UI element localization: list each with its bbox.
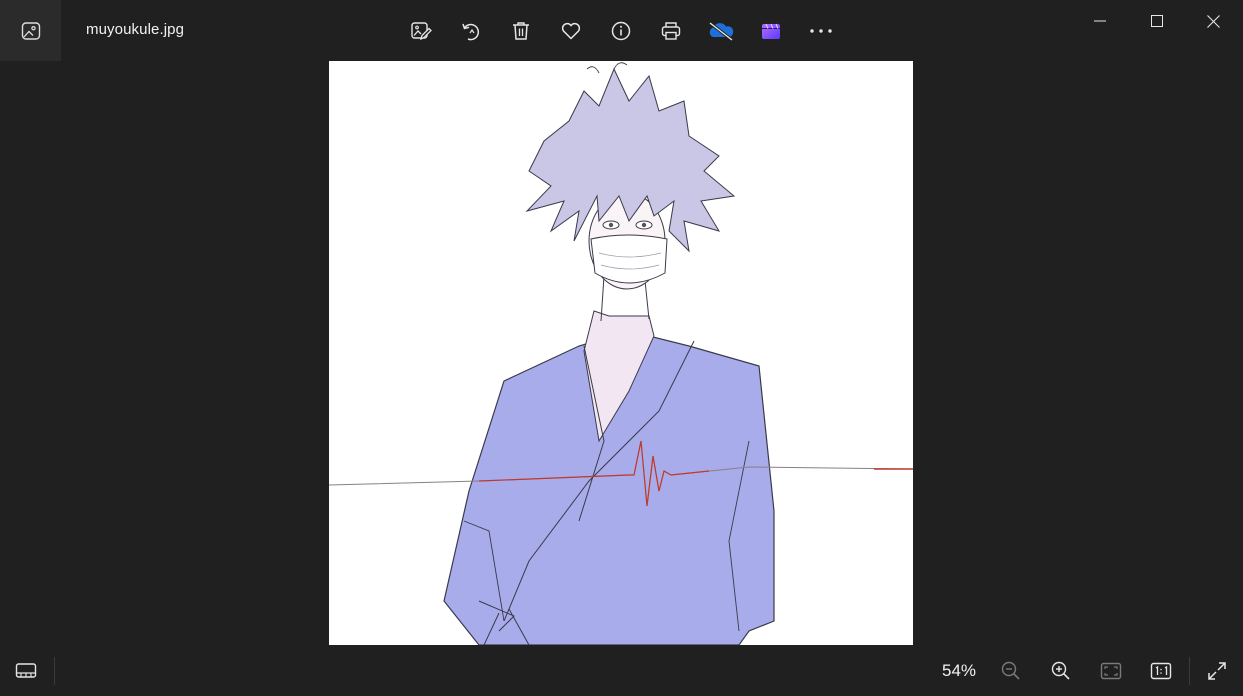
anime-illustration — [329, 61, 913, 645]
file-name-title: muyoukule.jpg — [86, 21, 185, 38]
edit-image-button[interactable] — [396, 6, 446, 56]
zoom-out-icon — [1001, 661, 1020, 680]
printer-icon — [661, 22, 681, 40]
bottom-divider-right — [1189, 657, 1190, 685]
photos-app-button[interactable] — [0, 0, 61, 61]
bottom-bar: 54% — [0, 645, 1243, 696]
actual-size-button[interactable] — [1139, 645, 1183, 696]
more-dots-icon — [810, 29, 832, 33]
image-toolbar — [396, 6, 846, 56]
filmstrip-icon — [15, 662, 37, 678]
edit-image-icon — [411, 22, 432, 41]
close-icon — [1207, 14, 1220, 28]
photos-app-icon — [21, 21, 40, 40]
rotate-icon — [462, 23, 479, 41]
onedrive-button[interactable] — [696, 6, 746, 56]
fullscreen-button[interactable] — [1195, 645, 1239, 696]
zoom-out-button[interactable] — [989, 645, 1033, 696]
trash-icon — [513, 22, 529, 40]
zoom-in-icon — [1051, 661, 1070, 680]
maximize-button[interactable] — [1128, 0, 1185, 42]
zoom-in-button[interactable] — [1039, 645, 1083, 696]
onedrive-cloud-off-icon — [709, 21, 734, 42]
heart-icon — [561, 22, 581, 40]
minimize-button[interactable] — [1071, 0, 1128, 42]
close-button[interactable] — [1185, 0, 1242, 42]
actual-size-icon — [1150, 662, 1172, 679]
clipchamp-button[interactable] — [746, 6, 796, 56]
fullscreen-icon — [1208, 661, 1226, 680]
displayed-photo[interactable] — [329, 61, 913, 645]
fit-to-window-button[interactable] — [1089, 645, 1133, 696]
title-bar: muyoukule.jpg — [0, 0, 1243, 61]
delete-button[interactable] — [496, 6, 546, 56]
favorite-button[interactable] — [546, 6, 596, 56]
file-info-button[interactable] — [596, 6, 646, 56]
clipchamp-icon — [762, 23, 780, 39]
rotate-button[interactable] — [446, 6, 496, 56]
filmstrip-button[interactable] — [4, 645, 48, 696]
maximize-icon — [1150, 15, 1163, 27]
more-options-button[interactable] — [796, 6, 846, 56]
fit-to-window-icon — [1100, 662, 1122, 679]
zoom-level[interactable]: 54% — [934, 661, 984, 681]
print-button[interactable] — [646, 6, 696, 56]
minimize-icon — [1093, 20, 1106, 22]
info-icon — [611, 21, 631, 41]
bottom-divider — [54, 657, 55, 685]
